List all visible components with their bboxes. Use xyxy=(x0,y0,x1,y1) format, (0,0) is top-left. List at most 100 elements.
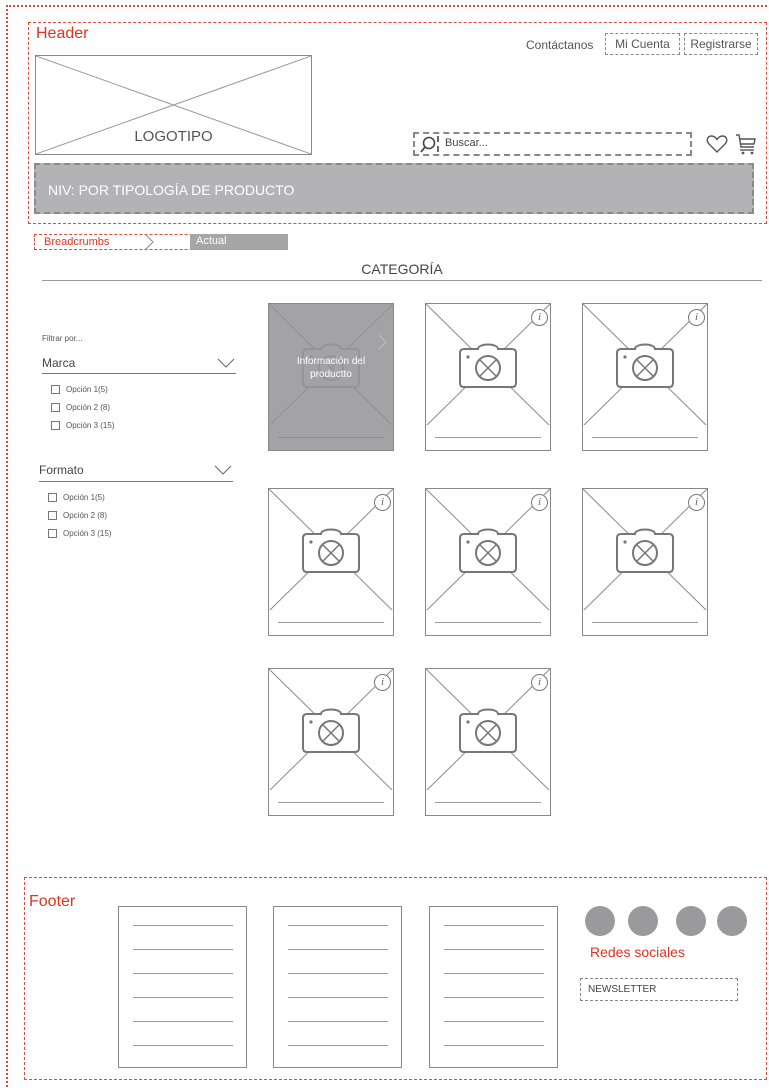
caption-line xyxy=(278,437,384,438)
footer-link-placeholder[interactable] xyxy=(288,1045,388,1046)
camera-icon xyxy=(459,708,517,753)
filter-group-label[interactable]: Marca xyxy=(42,356,75,370)
product-image[interactable]: i xyxy=(268,668,394,792)
search-placeholder: Buscar... xyxy=(445,137,488,149)
info-icon[interactable]: i xyxy=(531,674,548,691)
footer-link-placeholder[interactable] xyxy=(288,1021,388,1022)
chevron-right-icon xyxy=(144,233,154,251)
footer-link-placeholder[interactable] xyxy=(133,1021,233,1022)
caption-line xyxy=(435,802,541,803)
breadcrumb-first[interactable]: Breadcrumbs xyxy=(44,236,109,248)
product-image[interactable]: i xyxy=(425,488,551,612)
footer-link-placeholder[interactable] xyxy=(444,925,544,926)
filter-option: Opción 1(5) xyxy=(66,385,108,394)
contact-link[interactable]: Contáctanos xyxy=(526,38,593,52)
camera-icon xyxy=(302,528,360,573)
camera-icon xyxy=(616,343,674,388)
header-label: Header xyxy=(36,25,89,42)
product-caption xyxy=(268,790,394,816)
my-account-button[interactable]: Mi Cuenta xyxy=(605,33,680,55)
footer-link-placeholder[interactable] xyxy=(444,973,544,974)
caption-line xyxy=(592,622,698,623)
logo-placeholder[interactable]: LOGOTIPO xyxy=(35,55,312,155)
checkbox[interactable] xyxy=(48,493,57,502)
product-card[interactable]: i xyxy=(425,303,551,451)
product-card[interactable]: i xyxy=(582,303,708,451)
info-icon[interactable]: i xyxy=(688,494,705,511)
checkbox[interactable] xyxy=(48,529,57,538)
info-icon[interactable]: i xyxy=(531,309,548,326)
footer-link-column xyxy=(273,906,402,1068)
product-card[interactable]: Información del productto xyxy=(268,303,394,451)
info-icon[interactable]: i xyxy=(374,674,391,691)
chevron-down-icon[interactable] xyxy=(217,358,235,368)
footer-link-placeholder[interactable] xyxy=(288,973,388,974)
product-card[interactable]: i xyxy=(268,488,394,636)
search-input[interactable]: Buscar... xyxy=(413,132,692,156)
product-card[interactable]: i xyxy=(582,488,708,636)
product-image[interactable]: i xyxy=(268,488,394,612)
footer-link-placeholder[interactable] xyxy=(444,1021,544,1022)
info-icon[interactable]: i xyxy=(374,494,391,511)
checkbox[interactable] xyxy=(51,421,60,430)
logo-label: LOGOTIPO xyxy=(134,128,213,145)
newsletter-input[interactable]: NEWSLETTER xyxy=(580,978,738,1001)
camera-icon xyxy=(302,708,360,753)
product-image[interactable]: i xyxy=(425,668,551,792)
product-card[interactable]: i xyxy=(425,488,551,636)
footer-label: Footer xyxy=(29,893,76,910)
footer-link-placeholder[interactable] xyxy=(133,1045,233,1046)
checkbox[interactable] xyxy=(51,385,60,394)
product-card[interactable]: i xyxy=(425,668,551,816)
footer-link-placeholder[interactable] xyxy=(133,997,233,998)
social-circle[interactable] xyxy=(676,906,706,936)
product-image[interactable]: i xyxy=(582,303,708,427)
filter-option: Opción 3 (15) xyxy=(63,529,112,538)
title-divider xyxy=(42,280,762,281)
checkbox[interactable] xyxy=(48,511,57,520)
footer-link-placeholder[interactable] xyxy=(444,1045,544,1046)
footer-link-placeholder[interactable] xyxy=(288,925,388,926)
filter-option: Opción 1(5) xyxy=(63,493,105,502)
category-nav-bar[interactable]: NIV: POR TIPOLOGÍA DE PRODUCTO xyxy=(34,163,754,214)
footer-link-column xyxy=(118,906,247,1068)
info-icon[interactable]: i xyxy=(688,309,705,326)
caption-line xyxy=(435,622,541,623)
footer-link-placeholder[interactable] xyxy=(133,973,233,974)
social-circle[interactable] xyxy=(717,906,747,936)
chevron-down-icon[interactable] xyxy=(214,465,232,475)
social-circle[interactable] xyxy=(628,906,658,936)
product-caption xyxy=(268,425,394,451)
register-button[interactable]: Registrarse xyxy=(684,33,758,55)
cart-icon[interactable] xyxy=(735,133,757,155)
newsletter-label: NEWSLETTER xyxy=(588,984,657,995)
filter-divider xyxy=(39,481,233,482)
info-icon[interactable]: i xyxy=(531,494,548,511)
caption-line xyxy=(278,622,384,623)
camera-icon xyxy=(459,528,517,573)
footer-link-placeholder[interactable] xyxy=(133,925,233,926)
footer-link-placeholder[interactable] xyxy=(133,949,233,950)
product-caption xyxy=(425,790,551,816)
product-image[interactable]: i xyxy=(425,303,551,427)
heart-icon[interactable] xyxy=(706,134,728,154)
camera-icon xyxy=(459,343,517,388)
footer-link-placeholder[interactable] xyxy=(444,997,544,998)
breadcrumb-current: Actual xyxy=(196,235,227,247)
checkbox[interactable] xyxy=(51,403,60,412)
social-circle[interactable] xyxy=(585,906,615,936)
social-label: Redes sociales xyxy=(590,944,685,960)
footer-link-column xyxy=(429,906,558,1068)
chevron-right-icon[interactable] xyxy=(378,334,388,350)
filter-divider xyxy=(42,373,236,374)
product-card[interactable]: i xyxy=(268,668,394,816)
footer-link-placeholder[interactable] xyxy=(444,949,544,950)
footer-link-placeholder[interactable] xyxy=(288,949,388,950)
nav-label: NIV: POR TIPOLOGÍA DE PRODUCTO xyxy=(48,182,295,198)
caption-line xyxy=(592,437,698,438)
footer-link-placeholder[interactable] xyxy=(288,997,388,998)
product-image[interactable]: i xyxy=(582,488,708,612)
product-caption xyxy=(268,610,394,636)
filter-group-label[interactable]: Formato xyxy=(39,463,84,477)
product-image[interactable]: Información del productto xyxy=(268,303,394,427)
